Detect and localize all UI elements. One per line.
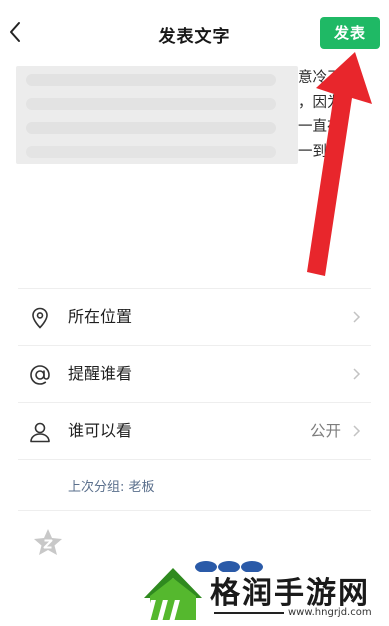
visibility-value: 公开 — [309, 422, 341, 440]
mention-label: 提醒谁看 — [68, 364, 133, 383]
star-sticker-icon[interactable] — [33, 528, 63, 556]
house-logo-icon — [144, 568, 202, 620]
watermark: 格润手游网 www.hngrjd.com — [138, 560, 378, 622]
location-pin-icon — [32, 307, 48, 329]
divider — [18, 510, 371, 511]
divider — [18, 459, 371, 460]
visibility-label: 谁可以看 — [68, 421, 133, 440]
chevron-right-icon — [353, 425, 361, 437]
watermark-name: 格润手游网 — [210, 576, 370, 611]
at-sign-icon — [30, 365, 50, 385]
location-row[interactable]: 所在位置 — [18, 289, 371, 345]
post-text-fragment: 意冷了 ，因为 一直在 一到 — [298, 70, 342, 160]
blurred-text — [16, 66, 298, 164]
options-list: 所在位置 提醒谁看 谁可以看 公开 — [18, 288, 371, 460]
chevron-right-icon — [353, 311, 361, 323]
top-bar: 发表文字 发表 — [0, 0, 389, 64]
location-label: 所在位置 — [68, 307, 133, 326]
mention-row[interactable]: 提醒谁看 — [18, 346, 371, 402]
person-icon — [30, 422, 50, 443]
chevron-right-icon — [353, 368, 361, 380]
post-text-area[interactable]: 意冷了 ，因为 一直在 一到 — [16, 66, 376, 166]
last-group-hint[interactable]: 上次分组: 老板 — [68, 476, 155, 495]
watermark-underline — [214, 612, 284, 614]
visibility-row[interactable]: 谁可以看 公开 — [18, 403, 371, 459]
watermark-url: www.hngrjd.com — [288, 607, 372, 618]
publish-button[interactable]: 发表 — [320, 17, 380, 49]
